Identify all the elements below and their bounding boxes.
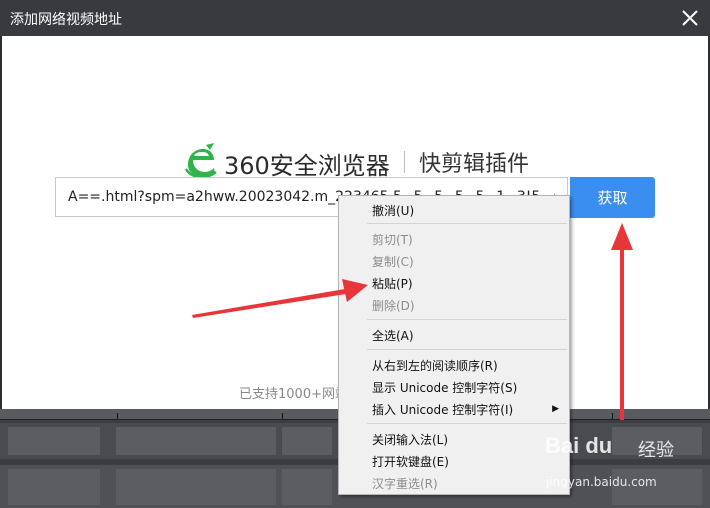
watermark-jingyan: 经验 xyxy=(638,440,674,461)
watermark-url: jingyan.baidu.com xyxy=(546,475,657,489)
fetch-button[interactable]: 获取 xyxy=(570,177,655,218)
menu-item-rtl-reading-order[interactable]: 从右到左的阅读顺序(R) xyxy=(372,357,498,374)
brand-divider xyxy=(404,151,405,173)
dialog-title: 添加网络视频地址 xyxy=(10,12,122,28)
menu-item-cut[interactable]: 剪切(T) xyxy=(372,231,413,248)
menu-item-hanzi-reselect[interactable]: 汉字重选(R) xyxy=(372,475,438,492)
close-button[interactable] xyxy=(678,6,702,30)
menu-item-show-unicode-control[interactable]: 显示 Unicode 控制字符(S) xyxy=(372,379,517,396)
menu-item-close-ime[interactable]: 关闭输入法(L) xyxy=(372,431,448,448)
menu-item-undo[interactable]: 撤消(U) xyxy=(372,202,414,219)
menu-separator xyxy=(367,223,567,224)
menu-item-paste[interactable]: 粘贴(P) xyxy=(372,275,413,292)
menu-separator xyxy=(367,423,567,424)
360-browser-e-logo-icon xyxy=(184,143,217,179)
submenu-arrow-icon: ▶ xyxy=(552,404,559,414)
context-menu: 撤消(U) 剪切(T) 复制(C) 粘贴(P) 删除(D) 全选(A) 从右到左… xyxy=(338,195,570,495)
menu-separator xyxy=(367,349,567,350)
menu-item-delete[interactable]: 删除(D) xyxy=(372,297,415,314)
watermark-brand: Bai du xyxy=(545,433,613,458)
brand-name: 360安全浏览器 xyxy=(224,152,390,180)
menu-separator xyxy=(367,319,567,320)
menu-item-open-soft-keyboard[interactable]: 打开软键盘(E) xyxy=(372,453,449,470)
dialog-titlebar: 添加网络视频地址 xyxy=(0,0,710,36)
menu-item-select-all[interactable]: 全选(A) xyxy=(372,327,414,344)
plugin-name: 快剪辑插件 xyxy=(419,152,530,177)
close-icon xyxy=(682,10,698,26)
menu-item-insert-unicode-control[interactable]: 插入 Unicode 控制字符(I) xyxy=(372,401,513,418)
menu-item-copy[interactable]: 复制(C) xyxy=(372,253,414,270)
